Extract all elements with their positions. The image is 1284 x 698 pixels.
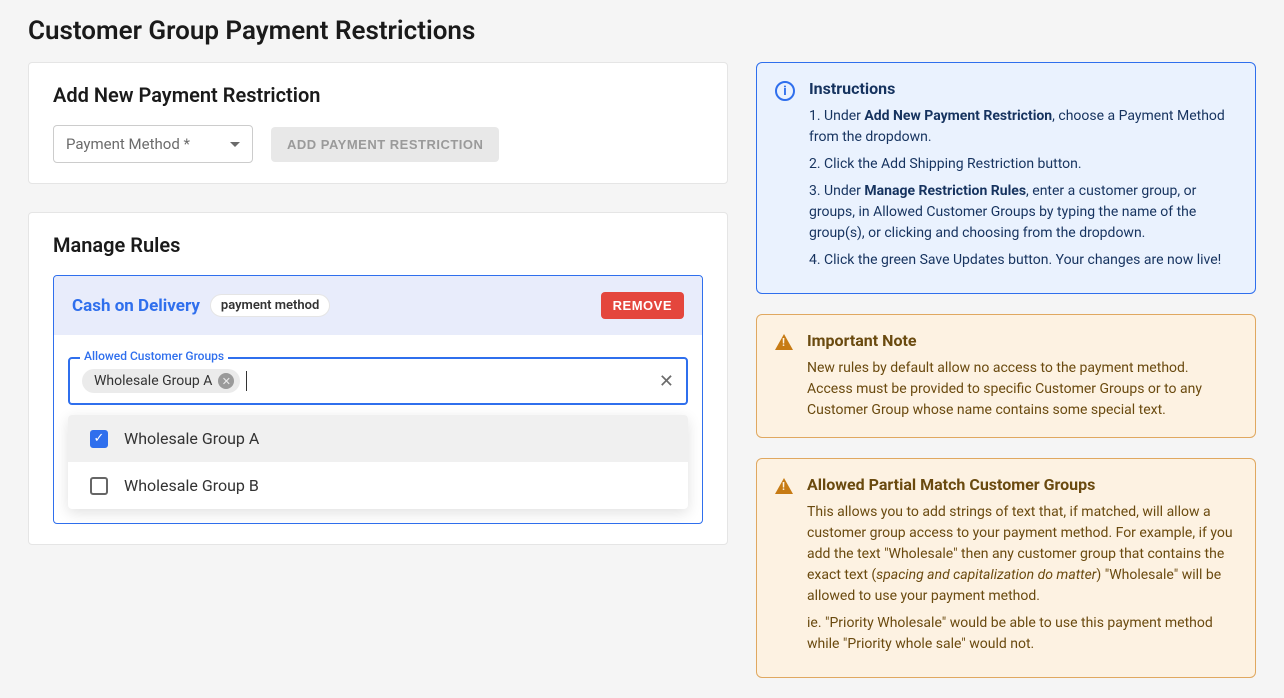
add-payment-restriction-button[interactable]: Add Payment Restriction: [271, 127, 499, 162]
instructions-body: 1. Under Add New Payment Restriction, ch…: [809, 106, 1237, 271]
instructions-title: Instructions: [809, 79, 1237, 98]
customer-group-chip-label: Wholesale Group A: [94, 373, 212, 389]
dropdown-option[interactable]: ✓ Wholesale Group A: [68, 415, 688, 462]
manage-rules-title: Manage Rules: [53, 233, 703, 257]
remove-rule-button[interactable]: Remove: [601, 292, 684, 319]
customer-group-chip: Wholesale Group A ✕: [82, 369, 240, 393]
important-note-title: Important Note: [807, 331, 1237, 350]
rule-panel: Cash on Delivery payment method Remove A…: [53, 275, 703, 524]
add-restriction-card: Add New Payment Restriction Payment Meth…: [28, 62, 728, 184]
chevron-down-icon: [230, 142, 240, 147]
instructions-panel: i Instructions 1. Under Add New Payment …: [756, 62, 1256, 294]
allowed-customer-groups-label: Allowed Customer Groups: [80, 349, 228, 363]
remove-chip-icon[interactable]: ✕: [218, 373, 234, 389]
rule-type-badge: payment method: [210, 294, 330, 317]
customer-group-dropdown: ✓ Wholesale Group A Wholesale Group B: [68, 415, 688, 509]
warning-icon: [775, 334, 793, 350]
clear-input-icon[interactable]: ✕: [659, 371, 674, 392]
checkbox-icon: ✓: [90, 430, 108, 448]
checkbox-icon: [90, 477, 108, 495]
rule-name: Cash on Delivery: [72, 296, 200, 316]
info-icon: i: [775, 81, 795, 101]
allowed-customer-groups-input[interactable]: Allowed Customer Groups Wholesale Group …: [68, 357, 688, 405]
warning-icon: [775, 478, 793, 494]
partial-match-title: Allowed Partial Match Customer Groups: [807, 475, 1237, 494]
manage-rules-card: Manage Rules Cash on Delivery payment me…: [28, 212, 728, 545]
rule-header: Cash on Delivery payment method Remove: [54, 276, 702, 335]
partial-match-panel: Allowed Partial Match Customer Groups Th…: [756, 458, 1256, 678]
partial-match-body: This allows you to add strings of text t…: [807, 502, 1237, 655]
payment-method-select[interactable]: Payment Method *: [53, 125, 253, 163]
text-caret: [246, 371, 247, 391]
dropdown-option-label: Wholesale Group A: [124, 429, 259, 448]
dropdown-option-label: Wholesale Group B: [124, 476, 259, 495]
add-restriction-title: Add New Payment Restriction: [53, 83, 703, 107]
important-note-body: New rules by default allow no access to …: [807, 358, 1237, 421]
payment-method-select-label: Payment Method *: [66, 135, 190, 153]
important-note-panel: Important Note New rules by default allo…: [756, 314, 1256, 438]
page-title: Customer Group Payment Restrictions: [28, 16, 1256, 46]
dropdown-option[interactable]: Wholesale Group B: [68, 462, 688, 509]
